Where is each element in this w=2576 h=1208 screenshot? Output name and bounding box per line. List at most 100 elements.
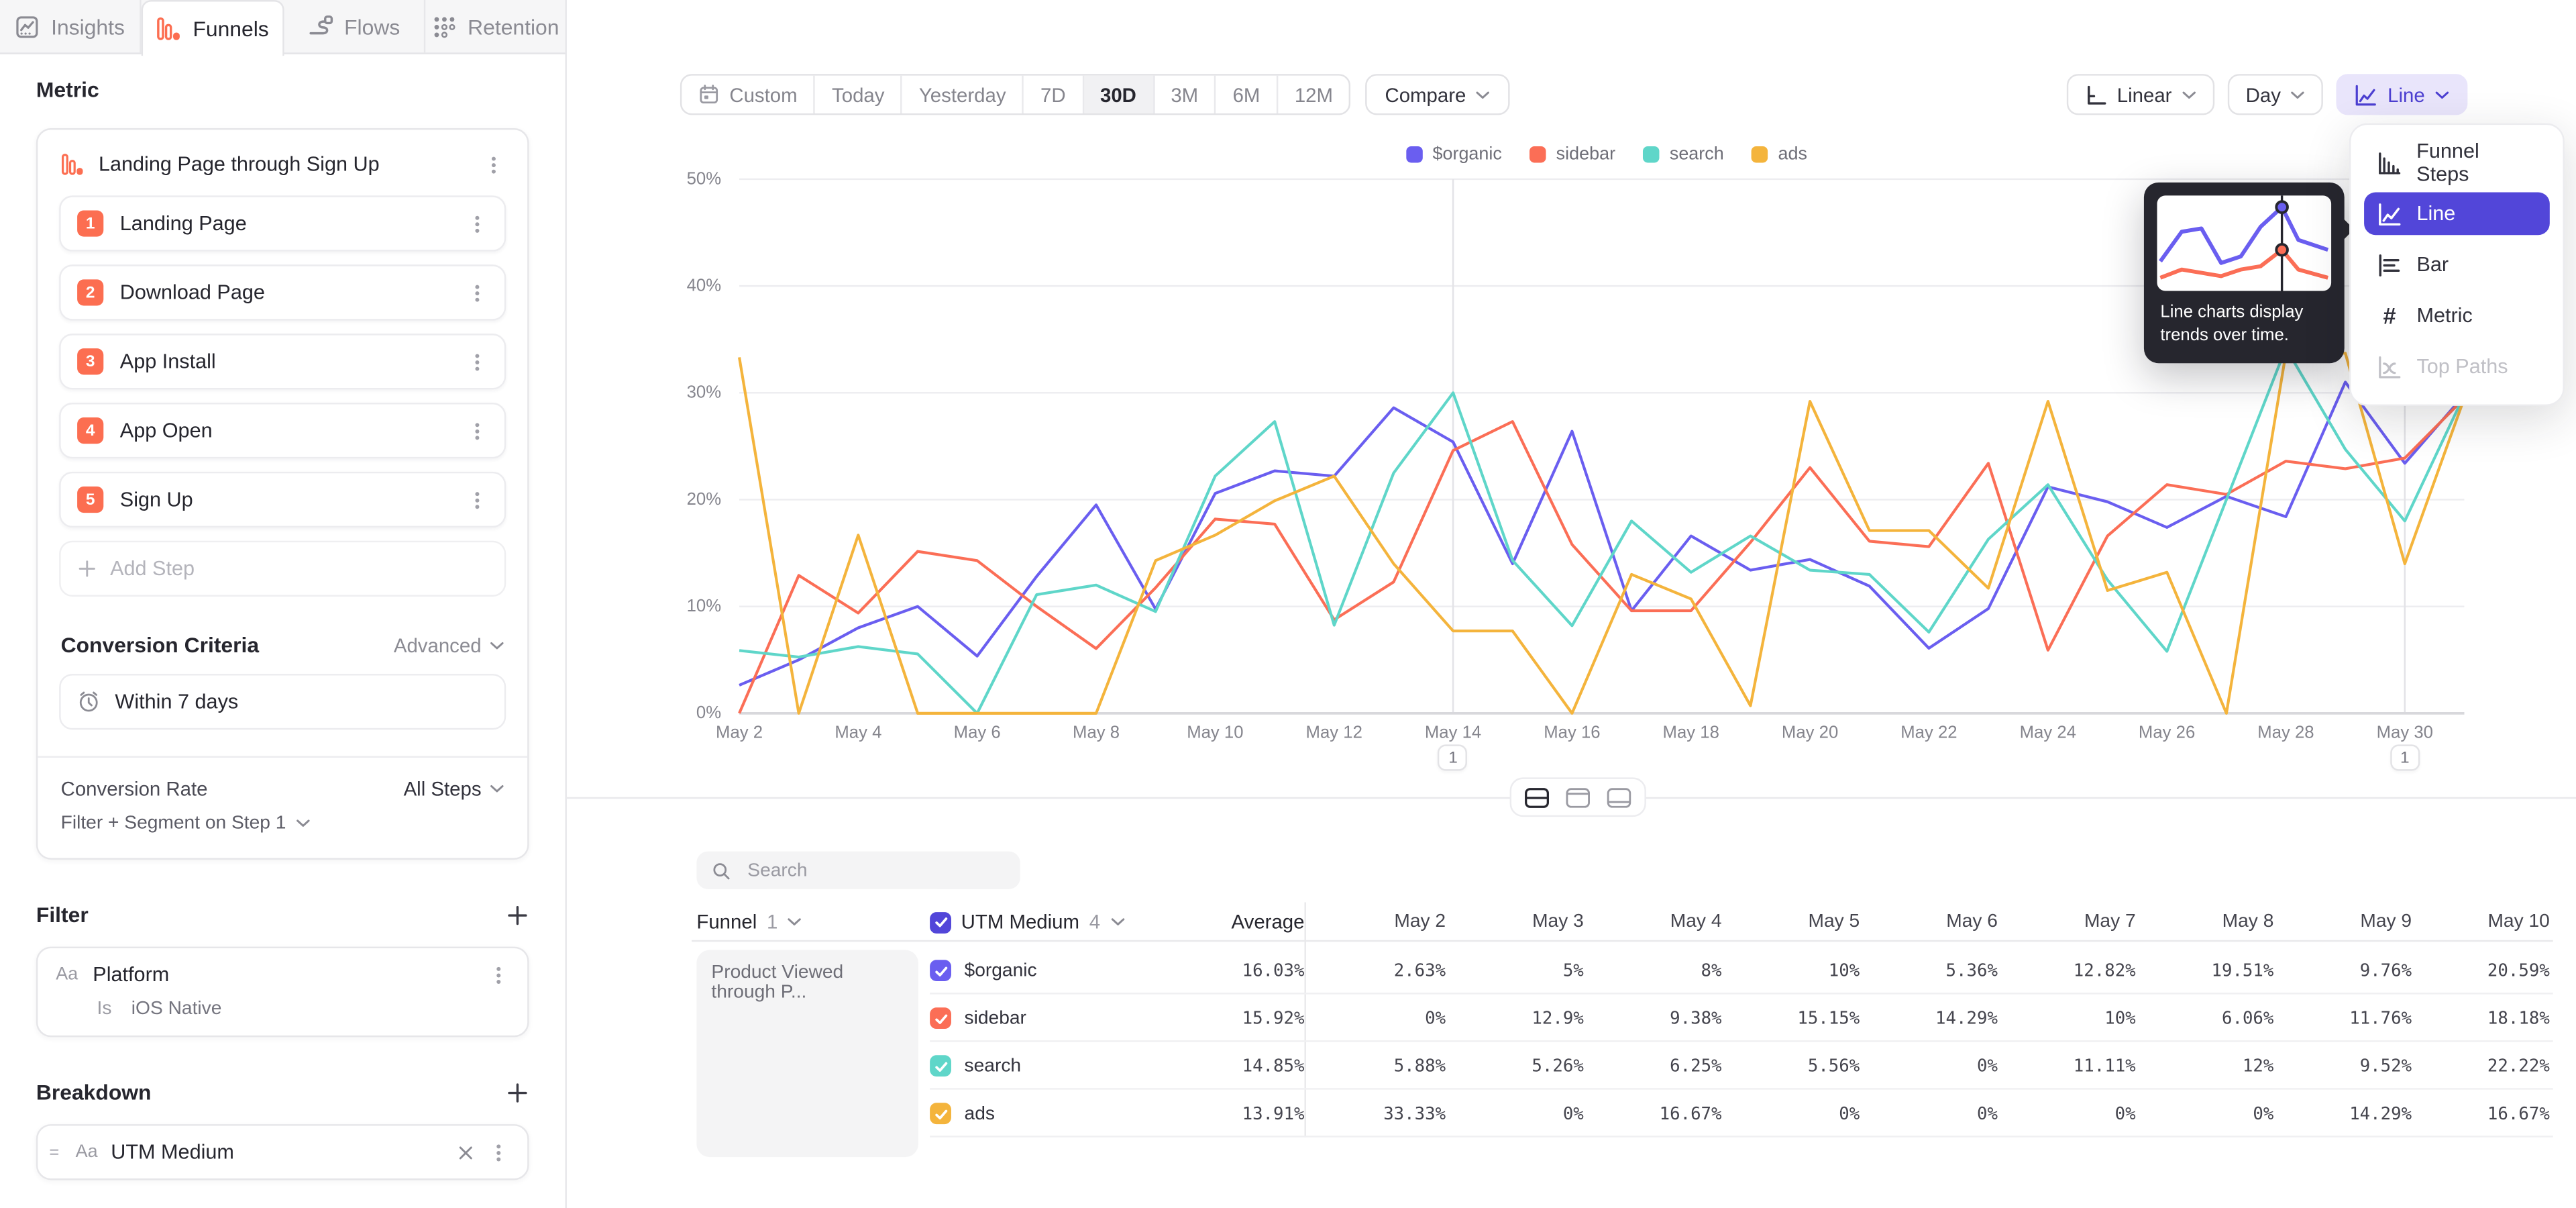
series-line-ads[interactable] — [739, 353, 2464, 713]
row-checkbox[interactable] — [930, 1007, 951, 1029]
range-12m-button[interactable]: 12M — [1278, 76, 1349, 113]
layout-split-toggle[interactable] — [1518, 784, 1556, 810]
step-kebab-menu-icon[interactable] — [467, 489, 488, 511]
search-input[interactable] — [744, 859, 990, 882]
funnel-step-app-open[interactable]: 4 App Open — [59, 403, 506, 458]
scale-dropdown[interactable]: Linear — [2066, 74, 2214, 115]
day-column-header[interactable]: May 4 — [1584, 902, 1722, 942]
range-6m-button[interactable]: 6M — [1216, 76, 1278, 113]
row-checkbox[interactable] — [930, 1055, 951, 1076]
add-step-button[interactable]: Add Step — [59, 541, 506, 597]
range-custom-button[interactable]: Custom — [682, 76, 815, 113]
drag-handle-icon[interactable] — [46, 1144, 62, 1160]
table-search[interactable] — [696, 852, 1020, 889]
range-3m-button[interactable]: 3M — [1155, 76, 1216, 113]
chart-type-menu: Funnel StepsLineBar#MetricTop Paths — [2349, 123, 2565, 406]
step-kebab-menu-icon[interactable] — [467, 213, 488, 234]
row-checkbox[interactable] — [930, 1103, 951, 1124]
menu-item-metric[interactable]: #Metric — [2364, 294, 2550, 337]
range-label: 6M — [1233, 83, 1260, 106]
step-number-badge: 1 — [77, 210, 103, 236]
day-value: 8% — [1584, 947, 1722, 995]
day-column-header[interactable]: May 9 — [2273, 902, 2412, 942]
step-kebab-menu-icon[interactable] — [467, 282, 488, 303]
average-column-header[interactable]: Average — [1157, 902, 1304, 942]
series-line-search[interactable] — [739, 348, 2464, 713]
layout-top-toggle[interactable] — [1559, 784, 1597, 810]
day-column-header[interactable]: May 5 — [1722, 902, 1860, 942]
annotation-badge[interactable]: 1 — [1438, 744, 1468, 770]
funnel-column-header[interactable]: Funnel 1 — [696, 902, 802, 942]
day-column-header[interactable]: May 2 — [1307, 902, 1446, 942]
funnel-group-label: Product Viewed through P... — [711, 963, 843, 1003]
breakdown-kebab-menu-icon[interactable] — [488, 1142, 509, 1163]
x-axis-label: May 20 — [1782, 723, 1838, 743]
compare-button[interactable]: Compare — [1365, 74, 1510, 115]
annotation-badge[interactable]: 1 — [2390, 744, 2420, 770]
row-checkbox[interactable] — [930, 960, 951, 981]
day-column-header[interactable]: May 7 — [1998, 902, 2136, 942]
add-breakdown-button[interactable] — [506, 1080, 529, 1103]
remove-breakdown-icon[interactable] — [457, 1143, 475, 1161]
table-row-sidebar[interactable]: sidebar15.92%0%12.9%9.38%15.15%14.29%10%… — [930, 995, 2553, 1042]
funnel-step-app-install[interactable]: 3 App Install — [59, 334, 506, 389]
day-column-header[interactable]: May 6 — [1860, 902, 1998, 942]
legend-item-sidebar[interactable]: sidebar — [1529, 145, 1615, 164]
funnel-group-cell[interactable]: Product Viewed through P... — [696, 950, 918, 1158]
legend-item-organic[interactable]: $organic — [1406, 145, 1502, 164]
funnel-step-download-page[interactable]: 2 Download Page — [59, 264, 506, 320]
day-column-header[interactable]: May 10 — [2412, 902, 2550, 942]
day-column-header[interactable]: May 3 — [1446, 902, 1584, 942]
segment-column-header[interactable]: UTM Medium 4 — [930, 902, 1125, 942]
funnel-kebab-menu-icon[interactable] — [483, 154, 504, 175]
menu-item-funnel-steps[interactable]: Funnel Steps — [2364, 142, 2550, 185]
filter-operator: Is — [97, 999, 111, 1019]
table-row-organic[interactable]: $organic16.03%2.63%5%8%10%5.36%12.82%19.… — [930, 947, 2553, 995]
range-label: Yesterday — [919, 83, 1006, 106]
day-value: 14.29% — [2273, 1090, 2412, 1138]
range-7d-button[interactable]: 7D — [1024, 76, 1083, 113]
day-value: 0% — [1722, 1090, 1860, 1138]
layout-bottom-toggle[interactable] — [1600, 784, 1638, 810]
add-filter-button[interactable] — [506, 903, 529, 926]
tab-insights[interactable]: Insights — [0, 0, 142, 52]
y-axis-label: 50% — [636, 169, 721, 189]
legend-item-search[interactable]: search — [1644, 145, 1724, 164]
conversion-window-card[interactable]: Within 7 days — [59, 674, 506, 729]
advanced-dropdown[interactable]: Advanced — [394, 634, 504, 656]
legend-item-ads[interactable]: ads — [1752, 145, 1807, 164]
table-row-search[interactable]: search14.85%5.88%5.26%6.25%5.56%0%11.11%… — [930, 1042, 2553, 1090]
x-axis-label: May 12 — [1306, 723, 1362, 743]
legend-swatch — [1644, 146, 1660, 162]
filter-segment-dropdown[interactable]: Filter + Segment on Step 1 — [61, 813, 504, 833]
step-kebab-menu-icon[interactable] — [467, 351, 488, 372]
filter-card[interactable]: Aa Platform Is iOS Native — [36, 947, 529, 1038]
funnel-step-landing-page[interactable]: 1 Landing Page — [59, 195, 506, 251]
table-row-ads[interactable]: ads13.91%33.33%0%16.67%0%0%0%0%14.29%16.… — [930, 1090, 2553, 1138]
day-column-header[interactable]: May 8 — [2136, 902, 2274, 942]
breakdown-card[interactable]: Aa UTM Medium — [36, 1124, 529, 1180]
range-30d-button[interactable]: 30D — [1083, 76, 1154, 113]
range-today-button[interactable]: Today — [816, 76, 903, 113]
menu-item-bar[interactable]: Bar — [2364, 243, 2550, 286]
range-label: 12M — [1295, 83, 1333, 106]
report-main: CustomToday Yesterday 7D30D3M 6M 12M Compare… — [567, 0, 2576, 1208]
day-value: 10% — [1998, 995, 2136, 1042]
chart-type-dropdown[interactable]: Line — [2337, 74, 2467, 115]
all-steps-dropdown[interactable]: All Steps — [404, 777, 504, 800]
tab-flows[interactable]: Flows — [284, 0, 426, 52]
tab-funnels[interactable]: Funnels — [142, 0, 284, 56]
step-number-badge: 4 — [77, 417, 103, 444]
menu-item-line[interactable]: Line — [2364, 193, 2550, 236]
select-all-checkbox[interactable] — [930, 911, 951, 933]
interval-dropdown[interactable]: Day — [2228, 74, 2324, 115]
filter-kebab-menu-icon[interactable] — [488, 964, 509, 985]
chevron-down-icon — [2182, 89, 2196, 99]
step-kebab-menu-icon[interactable] — [467, 420, 488, 442]
series-line-organic[interactable] — [739, 382, 2464, 685]
step-label: Landing Page — [120, 212, 450, 235]
funnel-step-sign-up[interactable]: 5 Sign Up — [59, 472, 506, 527]
range-yesterday-button[interactable]: Yesterday — [902, 76, 1024, 113]
x-axis-label: May 22 — [1900, 723, 1957, 743]
tab-retention[interactable]: Retention — [425, 0, 565, 52]
